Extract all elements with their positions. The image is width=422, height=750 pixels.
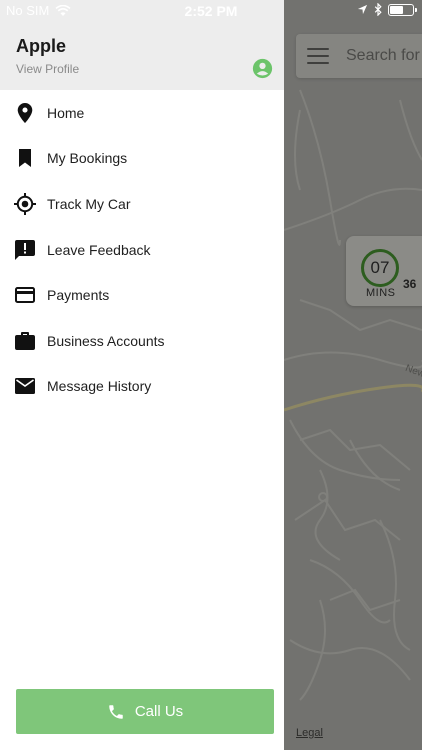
map-search-placeholder: Search for p (346, 47, 422, 64)
phone-icon (109, 704, 123, 719)
side-drawer: Apple View Profile Home My Bookings Trac… (0, 0, 284, 750)
eta-unit: MINS (366, 287, 396, 299)
credit-card-icon (14, 284, 36, 306)
profile-name: Apple (16, 36, 67, 56)
menu-label-payments: Payments (47, 287, 110, 304)
menu-item-message-history[interactable]: Message History (0, 364, 284, 410)
gps-crosshair-icon (14, 192, 36, 215)
menu-item-my-bookings[interactable]: My Bookings (0, 136, 284, 182)
call-us-label: Call Us (134, 703, 184, 720)
location-arrow-icon (357, 4, 368, 15)
call-us-button[interactable]: Call Us (16, 689, 274, 734)
hamburger-menu-icon[interactable] (307, 48, 329, 64)
eta-card[interactable]: 07 MINS 36 (346, 236, 422, 306)
menu-item-payments[interactable]: Payments (0, 272, 284, 318)
account-circle-icon[interactable] (252, 58, 273, 79)
envelope-icon (14, 375, 36, 397)
view-profile-link[interactable]: View Profile (16, 62, 79, 76)
status-bar: No SIM 2:52 PM (0, 0, 422, 22)
menu-label-my-bookings: My Bookings (47, 150, 128, 167)
menu-label-home: Home (47, 104, 85, 121)
menu-item-home[interactable]: Home (0, 90, 284, 136)
menu-item-leave-feedback[interactable]: Leave Feedback (0, 227, 284, 273)
menu-item-business-accounts[interactable]: Business Accounts (0, 318, 284, 364)
menu-label-business-accounts: Business Accounts (47, 332, 165, 349)
status-right (357, 3, 417, 16)
legal-link[interactable]: Legal (296, 727, 323, 739)
menu-item-track-my-car[interactable]: Track My Car (0, 181, 284, 227)
bluetooth-icon (374, 3, 382, 16)
menu-label-leave-feedback: Leave Feedback (47, 241, 151, 258)
bookmark-icon (14, 147, 36, 169)
eta-side-value: 36 (403, 277, 417, 291)
battery-icon (388, 3, 417, 16)
menu-label-message-history: Message History (47, 378, 152, 395)
drawer-menu: Home My Bookings Track My Car Leave Feed… (0, 90, 284, 409)
briefcase-icon (14, 330, 36, 352)
eta-minutes: 07 (361, 249, 399, 287)
menu-label-track-my-car: Track My Car (47, 195, 131, 212)
feedback-icon (14, 239, 36, 261)
map-search-bar[interactable]: Search for p (296, 34, 422, 78)
location-pin-icon (14, 102, 36, 124)
